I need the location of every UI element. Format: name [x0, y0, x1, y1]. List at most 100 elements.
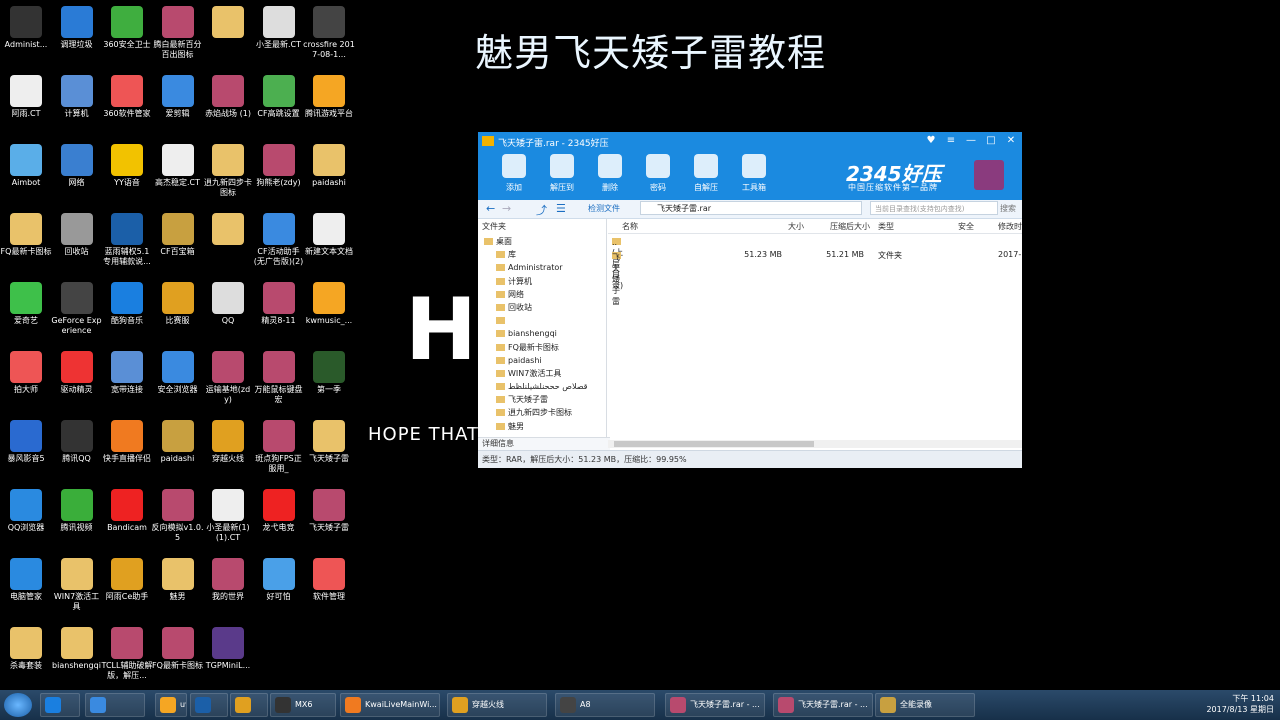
- desktop-icon[interactable]: 软件管理: [303, 558, 355, 602]
- view-menu-icon[interactable]: ☰: [556, 202, 566, 215]
- desktop-icon[interactable]: 龙弋电竞: [253, 489, 305, 533]
- desktop-icon[interactable]: 阿雨Ce助手: [101, 558, 153, 602]
- desktop-icon[interactable]: 万能鼠标键盘宏: [253, 351, 305, 405]
- detect-file-button[interactable]: 检测文件: [588, 203, 620, 214]
- desktop-icon[interactable]: 暴风影音5: [0, 420, 52, 464]
- desktop-icon[interactable]: 阿雨.CT: [0, 75, 52, 119]
- desktop-icon[interactable]: 第一季: [303, 351, 355, 395]
- desktop-icon[interactable]: 调理垃圾: [51, 6, 103, 50]
- horizontal-scrollbar[interactable]: [608, 440, 1022, 448]
- desktop-icon[interactable]: 比赛服: [152, 282, 204, 326]
- taskbar-item[interactable]: 飞天矮子雷.rar - ...: [773, 693, 873, 717]
- path-input[interactable]: 飞天矮子雷.rar: [640, 201, 862, 215]
- tree-node[interactable]: 魅男: [478, 420, 606, 433]
- tree-node[interactable]: 逍九新四步卡图标: [478, 406, 606, 419]
- desktop-icon[interactable]: 蓝雨辅权5.1专用辅款说...: [101, 213, 153, 267]
- desktop-icon[interactable]: 反向模拟v1.0.5: [152, 489, 204, 543]
- col-security[interactable]: 安全: [958, 221, 974, 232]
- feedback-icon[interactable]: ♥: [924, 134, 938, 148]
- col-name[interactable]: 名称: [622, 221, 638, 232]
- desktop-icon[interactable]: 腾白最新百分百出图标: [152, 6, 204, 60]
- desktop-icon[interactable]: 杀毒套装: [0, 627, 52, 671]
- desktop-icon[interactable]: 酷狗音乐: [101, 282, 153, 326]
- desktop-icon[interactable]: TGPMiniL...: [202, 627, 254, 671]
- desktop-icon[interactable]: YY语音: [101, 144, 153, 188]
- desktop-icon[interactable]: 360安全卫士: [101, 6, 153, 50]
- desktop-icon[interactable]: FQ最新卡图标: [152, 627, 204, 671]
- desktop-icon[interactable]: 狗熊老(zdy): [253, 144, 305, 188]
- tree-node[interactable]: 飞天矮子雷: [478, 393, 606, 406]
- desktop-icon[interactable]: CF活动助手(无广告版)(2): [253, 213, 305, 267]
- taskbar-item[interactable]: uvuon - 酷狗音乐: [155, 693, 187, 717]
- taskbar-item[interactable]: [40, 693, 80, 717]
- desktop-icon[interactable]: 爱剪辑: [152, 75, 204, 119]
- desktop-icon[interactable]: TCLL辅助破解版，解压...: [101, 627, 153, 681]
- tree-node[interactable]: 计算机: [478, 275, 606, 288]
- col-size[interactable]: 大小: [788, 221, 804, 232]
- desktop-icon[interactable]: WIN7激活工具: [51, 558, 103, 612]
- tree-node[interactable]: paidashi: [478, 354, 606, 367]
- taskbar-item[interactable]: A8: [555, 693, 655, 717]
- file-row[interactable]: ..(上层目录): [608, 234, 1022, 290]
- close-icon[interactable]: ✕: [1004, 134, 1018, 148]
- desktop-icon[interactable]: 爱奇艺: [0, 282, 52, 326]
- toolbar-button[interactable]: 解压到: [542, 154, 582, 193]
- desktop-icon[interactable]: 我的世界: [202, 558, 254, 602]
- desktop-icon[interactable]: 腾讯QQ: [51, 420, 103, 464]
- menu-icon[interactable]: ≡: [944, 134, 958, 148]
- desktop-icon[interactable]: GeForce Experience: [51, 282, 103, 336]
- file-list[interactable]: 名称 大小 压缩后大小 类型 安全 修改时 ..(上层目录)飞天矮子雷 51.23…: [608, 219, 1022, 449]
- system-clock[interactable]: 下午 11:04 2017/8/13 星期日: [1206, 693, 1274, 715]
- search-button[interactable]: 搜索: [1000, 203, 1016, 214]
- maximize-icon[interactable]: □: [984, 134, 998, 148]
- desktop-icon[interactable]: 安全浏览器: [152, 351, 204, 395]
- desktop-icon[interactable]: 小圣最新.CT: [253, 6, 305, 50]
- taskbar-item[interactable]: KwaiLiveMainWi...: [340, 693, 440, 717]
- desktop-icon[interactable]: 精灵8-11: [253, 282, 305, 326]
- desktop-icon[interactable]: 驱动精灵: [51, 351, 103, 395]
- desktop-icon[interactable]: 360软件管家: [101, 75, 153, 119]
- desktop-icon[interactable]: 腾讯视频: [51, 489, 103, 533]
- toolbar-button[interactable]: 添加: [494, 154, 534, 193]
- col-modified[interactable]: 修改时: [998, 221, 1022, 232]
- desktop-icon[interactable]: 穿越火线: [202, 420, 254, 464]
- desktop-icon[interactable]: 逍九新四步卡图标: [202, 144, 254, 198]
- desktop-icon[interactable]: 赤焰战场 (1): [202, 75, 254, 119]
- desktop-icon[interactable]: 拍大师: [0, 351, 52, 395]
- file-row[interactable]: 飞天矮子雷 51.23 MB 51.21 MB 文件夹 2017-: [608, 248, 1022, 306]
- desktop-icon[interactable]: 宽带连接: [101, 351, 153, 395]
- start-button[interactable]: [4, 693, 32, 717]
- taskbar-item[interactable]: 全能录像: [875, 693, 975, 717]
- desktop-icon[interactable]: Administ...: [0, 6, 52, 50]
- desktop-icon[interactable]: 高杰稳定.CT: [152, 144, 204, 188]
- desktop-icon[interactable]: crossfire 2017-08-1...: [303, 6, 355, 60]
- desktop-icon[interactable]: 斑点狗FPS正服用_: [253, 420, 305, 474]
- toolbar-button[interactable]: 自解压: [686, 154, 726, 193]
- archive-window[interactable]: 飞天矮子雷.rar - 2345好压 ♥ ≡ — □ ✕ 添加 解压到 删除 密码 自解…: [478, 132, 1022, 468]
- desktop-icon[interactable]: 计算机: [51, 75, 103, 119]
- col-type[interactable]: 类型: [878, 221, 894, 232]
- folder-tree[interactable]: 文件夹 桌面库 Administrator 计算机 网络 回收站 bianshengqi F…: [478, 219, 607, 437]
- desktop-icon[interactable]: kwmusic_...: [303, 282, 355, 326]
- taskbar-item[interactable]: 飞天矮子雷.rar - ...: [665, 693, 765, 717]
- desktop-icon[interactable]: 快手直播伴侣: [101, 420, 153, 464]
- taskbar-item[interactable]: [190, 693, 228, 717]
- desktop-icon[interactable]: paidashi: [152, 420, 204, 464]
- desktop-icon[interactable]: 飞天矮子雷: [303, 420, 355, 464]
- desktop-icon[interactable]: QQ: [202, 282, 254, 326]
- scrollbar-thumb[interactable]: [614, 441, 814, 447]
- desktop-icon[interactable]: CF百宝箱: [152, 213, 204, 257]
- desktop-icon[interactable]: 魅男: [152, 558, 204, 602]
- desktop-icon[interactable]: [202, 6, 254, 40]
- toolbar-button[interactable]: 工具箱: [734, 154, 774, 193]
- tree-node[interactable]: Administrator: [478, 261, 606, 274]
- desktop-icon[interactable]: 小圣最新(1)(1).CT: [202, 489, 254, 543]
- desktop-icon[interactable]: 电脑管家: [0, 558, 52, 602]
- taskbar-item[interactable]: [85, 693, 145, 717]
- desktop-icon[interactable]: CF高跳设置: [253, 75, 305, 119]
- search-input[interactable]: 当前目录查找(支持包内查找): [870, 201, 998, 215]
- tree-node[interactable]: 回收站: [478, 301, 606, 314]
- toolbar-button[interactable]: 密码: [638, 154, 678, 193]
- forward-icon[interactable]: →: [502, 202, 511, 215]
- taskbar-item[interactable]: 穿越火线: [447, 693, 547, 717]
